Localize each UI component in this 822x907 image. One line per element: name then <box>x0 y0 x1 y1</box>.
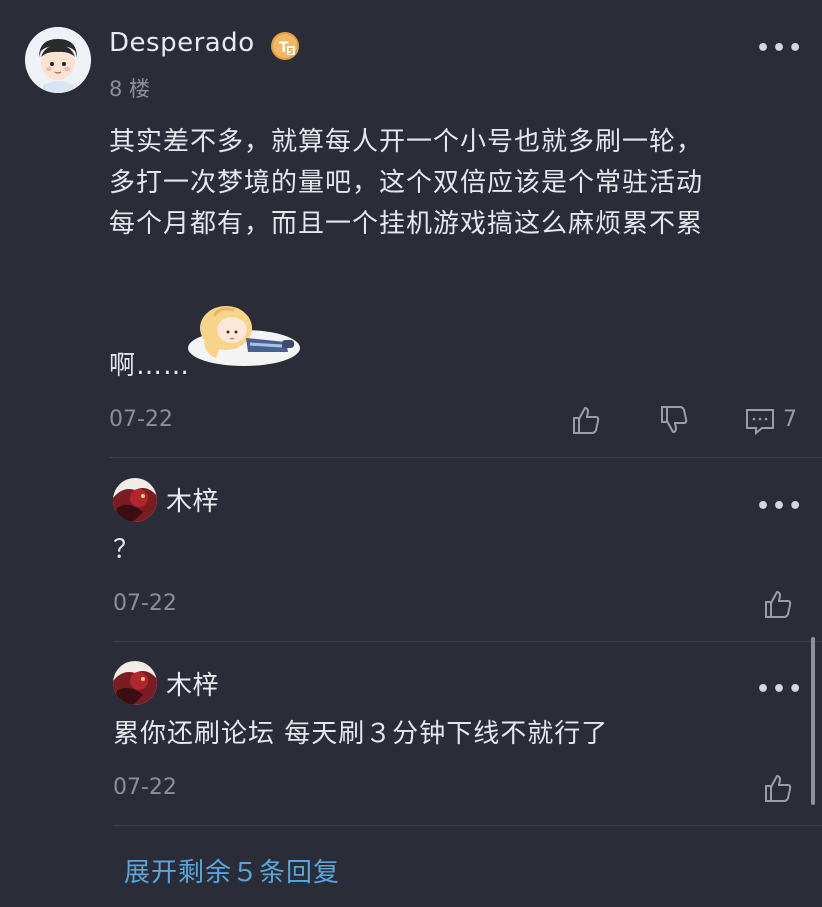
reply-content: ？ <box>113 535 141 565</box>
post-content-line: 多打一次梦境的量吧，这个双倍应该是个常驻活动 <box>109 168 704 198</box>
avatar[interactable] <box>25 27 91 93</box>
divider <box>109 457 822 458</box>
post-content-line: 每个月都有，而且一个挂机游戏搞这么麻烦累不累 <box>109 209 704 239</box>
avatar-illustration <box>25 27 91 93</box>
avatar[interactable] <box>113 478 157 522</box>
post-content-line: 其实差不多，就算每人开一个小号也就多刷一轮， <box>109 127 704 157</box>
reply-date: 07-22 <box>113 775 177 800</box>
like-icon[interactable] <box>762 588 794 620</box>
divider <box>113 641 822 642</box>
reply-date: 07-22 <box>113 591 177 616</box>
comment-icon[interactable] <box>744 404 776 436</box>
more-options-button[interactable]: ••• <box>756 36 804 61</box>
comment-count[interactable]: 7 <box>783 407 797 432</box>
anime-girl-lying-sticker <box>186 292 304 372</box>
post-content: 其实差不多，就算每人开一个小号也就多刷一轮， 多打一次梦境的量吧，这个双倍应该是… <box>109 122 703 245</box>
avatar[interactable] <box>113 661 157 705</box>
divider <box>113 825 822 826</box>
reply-username[interactable]: 木梓 <box>166 665 219 702</box>
reply-content: 累你还刷论坛 每天刷３分钟下线不就行了 <box>113 719 609 749</box>
post-content-tail: 啊…… <box>109 351 191 381</box>
like-icon[interactable] <box>570 404 602 436</box>
reply-username[interactable]: 木梓 <box>166 481 219 518</box>
post-username[interactable]: Desperado <box>109 28 255 58</box>
more-options-button[interactable]: ••• <box>756 677 804 702</box>
expand-replies-link[interactable]: 展开剩余５条回复 <box>124 852 340 889</box>
scrollbar[interactable] <box>811 637 815 805</box>
more-options-button[interactable]: ••• <box>756 494 804 519</box>
like-icon[interactable] <box>762 772 794 804</box>
level-badge-icon: T 5 <box>270 31 300 61</box>
floor-number: 8 楼 <box>109 77 151 101</box>
svg-text:5: 5 <box>288 47 294 56</box>
post-date: 07-22 <box>109 407 173 432</box>
dislike-icon[interactable] <box>658 404 690 436</box>
